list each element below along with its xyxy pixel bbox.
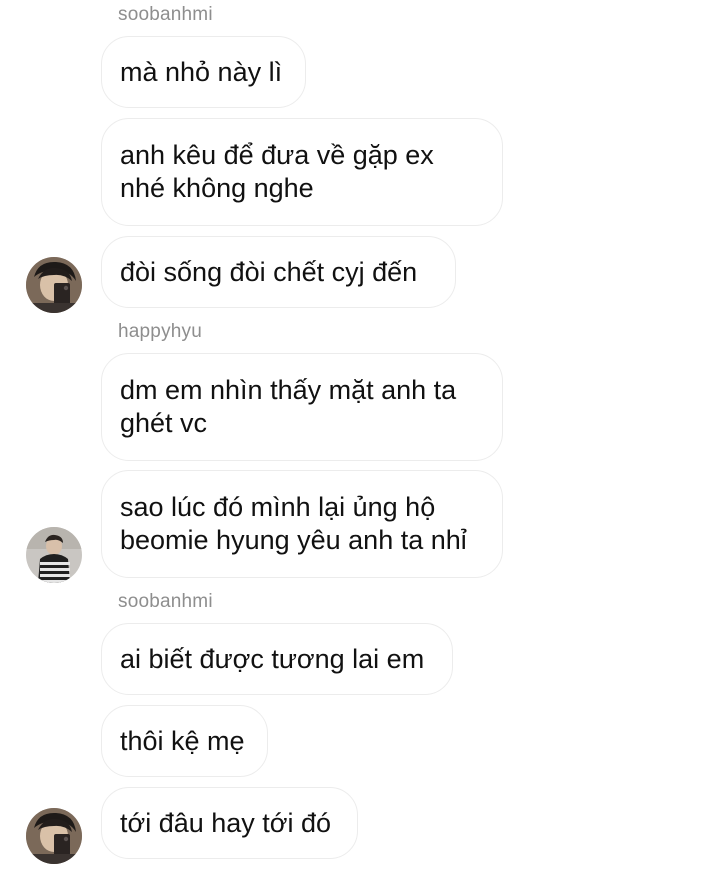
message-text: thôi kệ mẹ [120, 725, 245, 756]
message-text: đòi sống đòi chết cyj đến [120, 256, 418, 287]
sender-name: soobanhmi [118, 591, 213, 612]
message-text: sao lúc đó mình lại ủng hộ beomie hyung … [120, 492, 467, 555]
message-bubble[interactable]: anh kêu để đưa về gặp ex nhé không nghe [101, 118, 503, 226]
message-bubble[interactable]: thôi kệ mẹ [101, 705, 268, 777]
message-text: tới đâu hay tới đó [120, 807, 332, 838]
message-bubble[interactable]: đòi sống đòi chết cyj đến [101, 236, 456, 308]
message-bubble[interactable]: sao lúc đó mình lại ủng hộ beomie hyung … [101, 470, 503, 578]
sender-name: soobanhmi [118, 4, 213, 25]
message-text: dm em nhìn thấy mặt anh ta ghét vc [120, 375, 457, 438]
sender-name: happyhyu [118, 321, 203, 342]
avatar[interactable] [26, 808, 82, 864]
avatar[interactable] [26, 527, 82, 583]
avatar[interactable] [26, 257, 82, 313]
message-bubble[interactable]: dm em nhìn thấy mặt anh ta ghét vc [101, 353, 503, 461]
message-text: ai biết được tương lai em [120, 643, 425, 674]
message-text: anh kêu để đưa về gặp ex nhé không nghe [120, 140, 434, 203]
message-bubble[interactable]: ai biết được tương lai em [101, 623, 453, 695]
message-bubble[interactable]: tới đâu hay tới đó [101, 787, 358, 859]
message-bubble[interactable]: mà nhỏ này lì [101, 36, 306, 108]
message-text: mà nhỏ này lì [120, 56, 283, 87]
